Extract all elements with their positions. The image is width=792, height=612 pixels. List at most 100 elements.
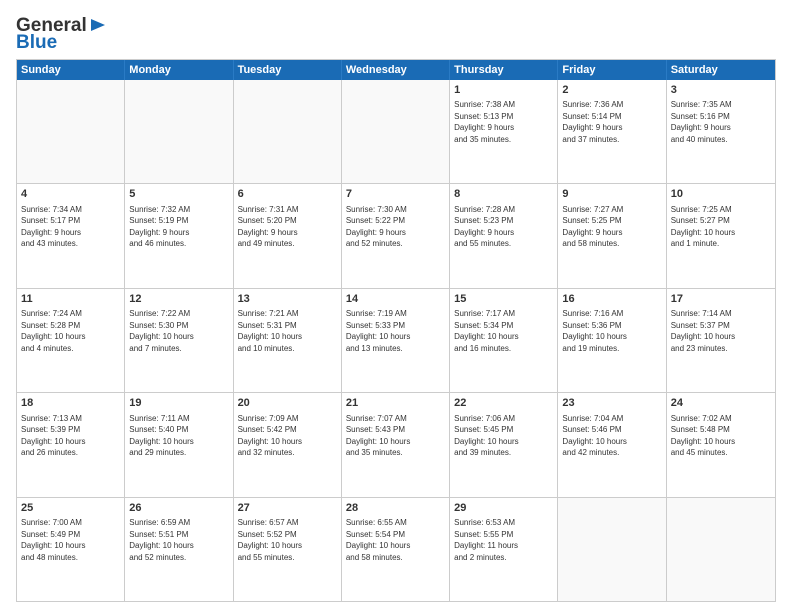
calendar-cell: 2Sunrise: 7:36 AM Sunset: 5:14 PM Daylig… — [558, 80, 666, 183]
day-info: Sunrise: 7:19 AM Sunset: 5:33 PM Dayligh… — [346, 308, 445, 354]
day-number: 28 — [346, 501, 445, 516]
calendar-cell: 28Sunrise: 6:55 AM Sunset: 5:54 PM Dayli… — [342, 498, 450, 601]
day-info: Sunrise: 7:00 AM Sunset: 5:49 PM Dayligh… — [21, 517, 120, 563]
day-number: 13 — [238, 292, 337, 307]
day-number: 18 — [21, 396, 120, 411]
day-number: 26 — [129, 501, 228, 516]
day-info: Sunrise: 7:07 AM Sunset: 5:43 PM Dayligh… — [346, 413, 445, 459]
calendar-cell — [17, 80, 125, 183]
calendar-cell: 17Sunrise: 7:14 AM Sunset: 5:37 PM Dayli… — [667, 289, 775, 392]
day-number: 8 — [454, 187, 553, 202]
calendar-cell: 23 Sunrise: 7:04 AM Sunset: 5:46 PM Dayli… — [558, 393, 666, 496]
day-info: Sunrise: 7:21 AM Sunset: 5:31 PM Dayligh… — [238, 308, 337, 354]
calendar-week-row: 4Sunrise: 7:34 AM Sunset: 5:17 PM Daylig… — [17, 184, 775, 288]
day-number: 7 — [346, 187, 445, 202]
day-info: Sunrise: 7:17 AM Sunset: 5:34 PM Dayligh… — [454, 308, 553, 354]
calendar-cell — [125, 80, 233, 183]
calendar-cell: 3Sunrise: 7:35 AM Sunset: 5:16 PM Daylig… — [667, 80, 775, 183]
day-info: Sunrise: 7:36 AM Sunset: 5:14 PM Dayligh… — [562, 99, 661, 145]
calendar-cell: 27Sunrise: 6:57 AM Sunset: 5:52 PM Dayli… — [234, 498, 342, 601]
calendar-day-header: Thursday — [450, 60, 558, 80]
calendar-cell: 18 Sunrise: 7:13 AM Sunset: 5:39 PM Dayli… — [17, 393, 125, 496]
day-info: Sunrise: 7:38 AM Sunset: 5:13 PM Dayligh… — [454, 99, 553, 145]
calendar-cell: 6 Sunrise: 7:31 AM Sunset: 5:20 PM Daylig… — [234, 184, 342, 287]
calendar: SundayMondayTuesdayWednesdayThursdayFrid… — [16, 59, 776, 602]
calendar-week-row: 18 Sunrise: 7:13 AM Sunset: 5:39 PM Dayli… — [17, 393, 775, 497]
calendar-header: SundayMondayTuesdayWednesdayThursdayFrid… — [17, 60, 775, 80]
calendar-cell: 5 Sunrise: 7:32 AM Sunset: 5:19 PM Daylig… — [125, 184, 233, 287]
day-number: 6 — [238, 187, 337, 202]
calendar-cell: 13Sunrise: 7:21 AM Sunset: 5:31 PM Dayli… — [234, 289, 342, 392]
day-number: 21 — [346, 396, 445, 411]
calendar-cell: 12Sunrise: 7:22 AM Sunset: 5:30 PM Dayli… — [125, 289, 233, 392]
day-number: 25 — [21, 501, 120, 516]
calendar-cell: 29Sunrise: 6:53 AM Sunset: 5:55 PM Dayli… — [450, 498, 558, 601]
page: General Blue SundayMondayTuesdayWednesda… — [0, 0, 792, 612]
day-info: Sunrise: 7:13 AM Sunset: 5:39 PM Dayligh… — [21, 413, 120, 459]
calendar-cell: 1Sunrise: 7:38 AM Sunset: 5:13 PM Daylig… — [450, 80, 558, 183]
calendar-week-row: 1Sunrise: 7:38 AM Sunset: 5:13 PM Daylig… — [17, 80, 775, 184]
day-number: 27 — [238, 501, 337, 516]
day-number: 12 — [129, 292, 228, 307]
calendar-cell: 15Sunrise: 7:17 AM Sunset: 5:34 PM Dayli… — [450, 289, 558, 392]
day-info: Sunrise: 7:16 AM Sunset: 5:36 PM Dayligh… — [562, 308, 661, 354]
day-number: 22 — [454, 396, 553, 411]
day-info: Sunrise: 6:59 AM Sunset: 5:51 PM Dayligh… — [129, 517, 228, 563]
day-number: 16 — [562, 292, 661, 307]
day-number: 20 — [238, 396, 337, 411]
day-number: 11 — [21, 292, 120, 307]
day-info: Sunrise: 7:32 AM Sunset: 5:19 PM Dayligh… — [129, 204, 228, 250]
calendar-cell — [342, 80, 450, 183]
day-info: Sunrise: 7:27 AM Sunset: 5:25 PM Dayligh… — [562, 204, 661, 250]
day-number: 3 — [671, 83, 771, 98]
calendar-week-row: 11Sunrise: 7:24 AM Sunset: 5:28 PM Dayli… — [17, 289, 775, 393]
day-info: Sunrise: 7:04 AM Sunset: 5:46 PM Dayligh… — [562, 413, 661, 459]
calendar-cell: 16Sunrise: 7:16 AM Sunset: 5:36 PM Dayli… — [558, 289, 666, 392]
day-info: Sunrise: 7:28 AM Sunset: 5:23 PM Dayligh… — [454, 204, 553, 250]
logo-blue: Blue — [16, 33, 107, 53]
day-info: Sunrise: 6:53 AM Sunset: 5:55 PM Dayligh… — [454, 517, 553, 563]
day-number: 19 — [129, 396, 228, 411]
day-info: Sunrise: 7:02 AM Sunset: 5:48 PM Dayligh… — [671, 413, 771, 459]
calendar-cell: 10 Sunrise: 7:25 AM Sunset: 5:27 PM Dayli… — [667, 184, 775, 287]
calendar-day-header: Wednesday — [342, 60, 450, 80]
calendar-cell: 4Sunrise: 7:34 AM Sunset: 5:17 PM Daylig… — [17, 184, 125, 287]
calendar-cell — [667, 498, 775, 601]
day-info: Sunrise: 7:24 AM Sunset: 5:28 PM Dayligh… — [21, 308, 120, 354]
day-number: 23 — [562, 396, 661, 411]
day-number: 29 — [454, 501, 553, 516]
calendar-day-header: Sunday — [17, 60, 125, 80]
calendar-cell: 8 Sunrise: 7:28 AM Sunset: 5:23 PM Daylig… — [450, 184, 558, 287]
calendar-day-header: Saturday — [667, 60, 775, 80]
calendar-day-header: Monday — [125, 60, 233, 80]
calendar-cell: 20 Sunrise: 7:09 AM Sunset: 5:42 PM Dayli… — [234, 393, 342, 496]
day-info: Sunrise: 7:09 AM Sunset: 5:42 PM Dayligh… — [238, 413, 337, 459]
header: General Blue — [16, 12, 776, 53]
calendar-cell: 21 Sunrise: 7:07 AM Sunset: 5:43 PM Dayli… — [342, 393, 450, 496]
calendar-cell: 9 Sunrise: 7:27 AM Sunset: 5:25 PM Daylig… — [558, 184, 666, 287]
day-info: Sunrise: 6:55 AM Sunset: 5:54 PM Dayligh… — [346, 517, 445, 563]
day-number: 5 — [129, 187, 228, 202]
calendar-cell: 11Sunrise: 7:24 AM Sunset: 5:28 PM Dayli… — [17, 289, 125, 392]
calendar-cell: 7 Sunrise: 7:30 AM Sunset: 5:22 PM Daylig… — [342, 184, 450, 287]
logo-arrow-icon — [89, 16, 107, 34]
day-info: Sunrise: 7:30 AM Sunset: 5:22 PM Dayligh… — [346, 204, 445, 250]
day-number: 24 — [671, 396, 771, 411]
calendar-cell: 22 Sunrise: 7:06 AM Sunset: 5:45 PM Dayli… — [450, 393, 558, 496]
day-info: Sunrise: 7:25 AM Sunset: 5:27 PM Dayligh… — [671, 204, 771, 250]
calendar-cell: 14Sunrise: 7:19 AM Sunset: 5:33 PM Dayli… — [342, 289, 450, 392]
day-number: 9 — [562, 187, 661, 202]
calendar-cell: 19Sunrise: 7:11 AM Sunset: 5:40 PM Dayli… — [125, 393, 233, 496]
calendar-body: 1Sunrise: 7:38 AM Sunset: 5:13 PM Daylig… — [17, 80, 775, 601]
calendar-cell: 26Sunrise: 6:59 AM Sunset: 5:51 PM Dayli… — [125, 498, 233, 601]
logo: General Blue — [16, 12, 107, 53]
calendar-week-row: 25Sunrise: 7:00 AM Sunset: 5:49 PM Dayli… — [17, 498, 775, 601]
calendar-cell — [558, 498, 666, 601]
day-number: 15 — [454, 292, 553, 307]
day-number: 10 — [671, 187, 771, 202]
calendar-cell: 25Sunrise: 7:00 AM Sunset: 5:49 PM Dayli… — [17, 498, 125, 601]
day-info: Sunrise: 7:31 AM Sunset: 5:20 PM Dayligh… — [238, 204, 337, 250]
day-number: 1 — [454, 83, 553, 98]
day-info: Sunrise: 6:57 AM Sunset: 5:52 PM Dayligh… — [238, 517, 337, 563]
day-info: Sunrise: 7:06 AM Sunset: 5:45 PM Dayligh… — [454, 413, 553, 459]
